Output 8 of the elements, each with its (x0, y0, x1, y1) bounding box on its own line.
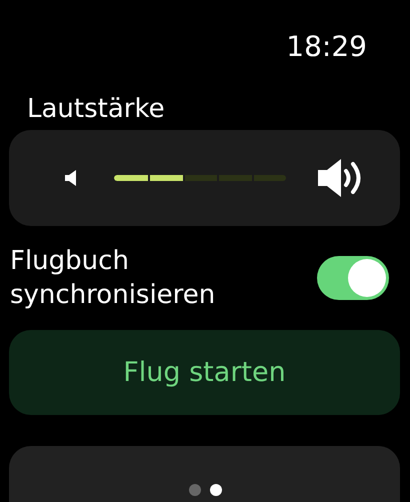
section-title: Lautstärke (27, 93, 166, 126)
volume-track[interactable] (114, 175, 286, 181)
start-button[interactable]: Flug starten (9, 330, 400, 415)
toggle-switch[interactable] (317, 256, 389, 300)
speaker-loud-icon[interactable] (316, 158, 362, 198)
clock-time: 18:29 (286, 30, 367, 64)
speaker-quiet-icon[interactable] (65, 169, 77, 187)
toggle-label: Flugbuch synchronisieren (10, 245, 216, 312)
